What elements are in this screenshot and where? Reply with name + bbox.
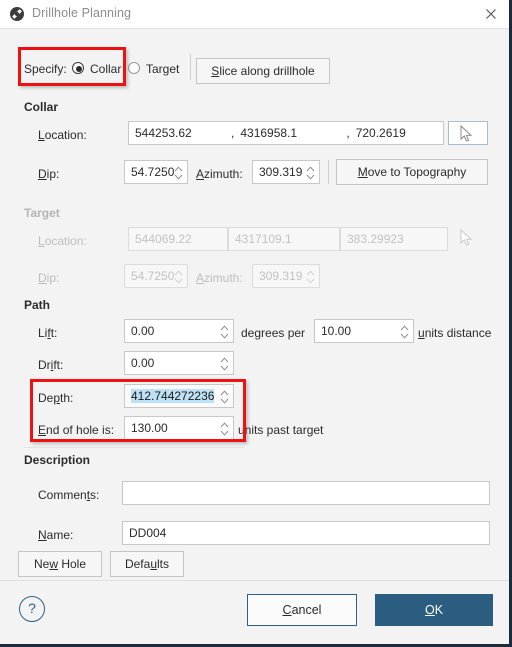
target-location-y-field: 4317109.1 bbox=[228, 227, 340, 251]
collar-dip-label: Dip: bbox=[38, 167, 60, 181]
collar-azimuth-spinner[interactable] bbox=[305, 164, 316, 182]
target-dip-value: 54.7250 bbox=[131, 269, 175, 283]
radio-target-label-text: Target bbox=[146, 62, 180, 76]
radio-collar-dot bbox=[76, 66, 82, 72]
collar-dip-field[interactable]: 54.7250 bbox=[124, 160, 188, 184]
path-drift-value: 0.00 bbox=[131, 356, 155, 370]
new-hole-button[interactable]: New Hole bbox=[18, 551, 102, 577]
collar-location-y: 4316958.1 bbox=[240, 126, 298, 140]
specify-divider bbox=[190, 54, 191, 80]
title-bar: Drillhole Planning bbox=[0, 0, 509, 29]
target-azimuth-spinner bbox=[305, 268, 316, 286]
path-heading: Path bbox=[24, 298, 51, 312]
collar-location-field[interactable]: 544253.62, 4316958.1, 720.2619 bbox=[128, 121, 444, 145]
cancel-button[interactable]: Cancel bbox=[247, 594, 357, 626]
collar-pick-button[interactable] bbox=[448, 121, 488, 145]
collar-location-label: Location: bbox=[38, 128, 87, 142]
window-title: Drillhole Planning bbox=[32, 6, 132, 20]
pick-cursor-icon-disabled bbox=[459, 229, 475, 247]
collar-location-z: 720.2619 bbox=[355, 126, 406, 140]
path-drift-spinner[interactable] bbox=[219, 355, 230, 373]
target-azimuth-value: 309.319 bbox=[259, 269, 303, 283]
target-location-z-field: 383.29923 bbox=[340, 227, 448, 251]
name-label: Name: bbox=[38, 528, 74, 542]
collar-divider bbox=[328, 160, 329, 184]
end-of-hole-spinner[interactable] bbox=[219, 420, 230, 438]
path-lift-label: Lift: bbox=[38, 326, 58, 340]
path-lift-field[interactable]: 0.00 bbox=[124, 319, 234, 343]
radio-collar[interactable] bbox=[72, 62, 84, 74]
slice-along-drillhole-button[interactable]: SSlice along drillholelice along drillho… bbox=[196, 58, 330, 84]
units-distance-label: units distance bbox=[418, 326, 492, 340]
collar-azimuth-label: Azimuth: bbox=[196, 167, 243, 181]
path-lift-value: 0.00 bbox=[131, 324, 155, 338]
description-heading: Description bbox=[24, 453, 91, 467]
end-of-hole-field[interactable]: 130.00 bbox=[124, 416, 234, 440]
comments-input[interactable] bbox=[122, 481, 490, 505]
drillhole-planning-dialog: Drillhole Planning Specify: Collar Targe… bbox=[0, 0, 512, 647]
radio-collar-label-text: Collar bbox=[90, 62, 122, 76]
degrees-per-label: degrees per bbox=[241, 326, 306, 340]
target-dip-spinner bbox=[173, 268, 184, 286]
target-azimuth-field: 309.319 bbox=[252, 264, 320, 288]
move-to-topography-button[interactable]: Move to Topography bbox=[336, 159, 488, 185]
degrees-per-field[interactable]: 10.00 bbox=[314, 319, 414, 343]
degrees-per-value: 10.00 bbox=[321, 324, 352, 338]
target-location-x-field: 544069.22 bbox=[128, 227, 228, 251]
collar-location-x: 544253.62 bbox=[135, 126, 192, 140]
path-depth-value: 412.744272236 bbox=[131, 389, 215, 403]
defaults-button[interactable]: Defaults bbox=[110, 551, 184, 577]
footer-separator bbox=[0, 580, 509, 581]
name-input[interactable]: DD004 bbox=[122, 521, 490, 545]
target-location-x: 544069.22 bbox=[135, 232, 192, 246]
end-of-hole-label: End of hole is: bbox=[38, 423, 115, 437]
target-location-label: Location: bbox=[38, 234, 87, 248]
description-separator bbox=[24, 447, 244, 448]
pick-cursor-icon bbox=[459, 125, 475, 143]
collar-dip-spinner[interactable] bbox=[173, 164, 184, 182]
target-dip-label: Dip: bbox=[38, 271, 60, 285]
help-glyph: ? bbox=[28, 600, 36, 616]
target-heading: Target bbox=[24, 206, 60, 220]
path-drift-label: Drift: bbox=[38, 358, 64, 372]
target-location-z: 383.29923 bbox=[347, 232, 404, 246]
collar-azimuth-field[interactable]: 309.319 bbox=[252, 160, 320, 184]
end-of-hole-value: 130.00 bbox=[131, 421, 168, 435]
path-depth-field[interactable]: 412.744272236 bbox=[124, 384, 234, 408]
path-drift-field[interactable]: 0.00 bbox=[124, 351, 234, 375]
collar-heading: Collar bbox=[24, 100, 59, 114]
comments-label: Comments: bbox=[38, 488, 100, 502]
degrees-per-spinner[interactable] bbox=[399, 323, 410, 341]
collar-dip-value: 54.7250 bbox=[131, 165, 175, 179]
target-location-y: 4317109.1 bbox=[235, 232, 292, 246]
close-icon[interactable] bbox=[483, 6, 499, 22]
help-question-icon[interactable]: ? bbox=[19, 596, 45, 622]
specify-label: Specify: bbox=[24, 62, 67, 76]
drillhole-disc-icon bbox=[9, 6, 25, 22]
name-value: DD004 bbox=[129, 526, 167, 540]
ok-button[interactable]: OK bbox=[375, 594, 493, 626]
path-lift-spinner[interactable] bbox=[219, 323, 230, 341]
units-past-target-label: units past target bbox=[238, 423, 324, 437]
path-depth-spinner[interactable] bbox=[219, 388, 230, 406]
radio-collar-label[interactable]: Collar bbox=[90, 62, 121, 76]
radio-target[interactable] bbox=[128, 62, 140, 74]
collar-azimuth-value: 309.319 bbox=[259, 165, 303, 179]
target-azimuth-label: Azimuth: bbox=[196, 271, 243, 285]
path-depth-label: Depth: bbox=[38, 391, 74, 405]
radio-target-label[interactable]: Target bbox=[146, 62, 179, 76]
target-dip-field: 54.7250 bbox=[124, 264, 188, 288]
